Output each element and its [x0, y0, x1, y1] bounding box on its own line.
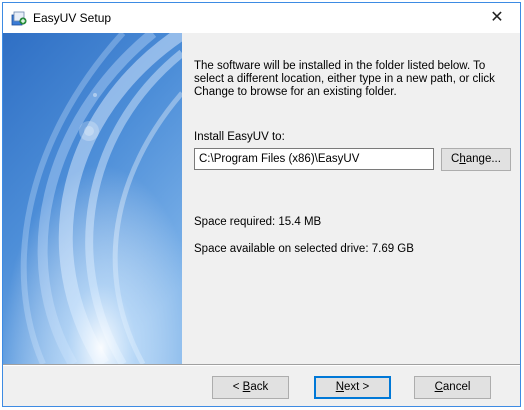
back-label-pre: < — [232, 381, 243, 393]
side-banner — [3, 33, 182, 364]
cancel-button[interactable]: Cancel — [414, 376, 491, 399]
title-bar[interactable]: EasyUV Setup ✕ — [3, 3, 520, 33]
close-icon[interactable]: ✕ — [474, 3, 520, 33]
cancel-label-post: ancel — [442, 381, 471, 393]
next-button[interactable]: Next > — [314, 376, 391, 399]
next-label-key: N — [335, 381, 345, 393]
space-required-text: Space required: 15.4 MB — [194, 216, 322, 228]
back-button[interactable]: < Back — [212, 376, 289, 399]
install-path-input[interactable] — [194, 148, 434, 170]
install-location-label: Install EasyUV to: — [194, 131, 285, 143]
back-label-post: ack — [250, 381, 269, 393]
window-title: EasyUV Setup — [33, 11, 112, 25]
change-label-post: ange... — [465, 153, 501, 165]
setup-window: EasyUV Setup ✕ The software will be inst… — [2, 2, 521, 407]
installer-icon — [11, 11, 27, 26]
banner-graphic — [3, 33, 182, 364]
footer-divider-highlight — [3, 365, 520, 366]
install-description: The software will be installed in the fo… — [194, 60, 495, 98]
change-button[interactable]: Change... — [441, 148, 511, 171]
content-panel: The software will be installed in the fo… — [182, 33, 520, 364]
next-label-post: ext > — [344, 381, 370, 393]
space-available-text: Space available on selected drive: 7.69 … — [194, 243, 414, 255]
cancel-label-key: C — [434, 381, 443, 393]
